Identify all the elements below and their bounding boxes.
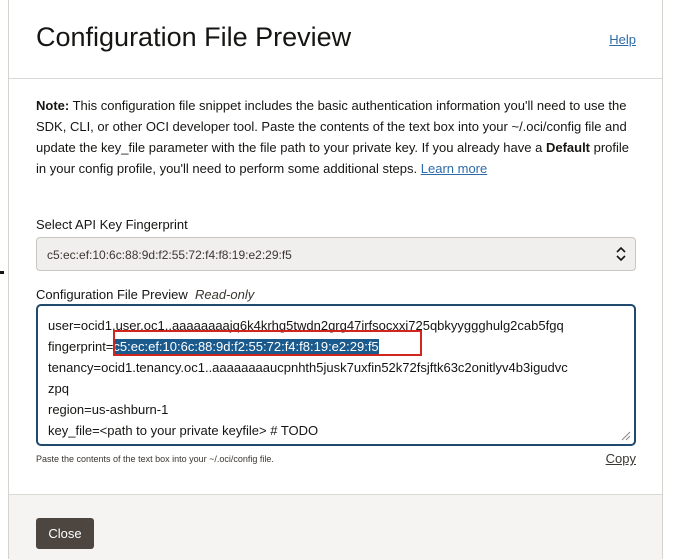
- fingerprint-select[interactable]: c5:ec:ef:10:6c:88:9d:f2:55:72:f4:f8:19:e…: [36, 237, 636, 271]
- config-line-region: region=us-ashburn-1: [48, 402, 169, 417]
- note-bold-default: Default: [545, 140, 591, 155]
- note-bold-prefix: Note:: [36, 98, 70, 113]
- note-text-1: This configuration file snippet includes…: [36, 98, 627, 155]
- preview-label: Configuration File Preview Read-only: [36, 287, 254, 302]
- config-preview-textarea[interactable]: user=ocid1.user.oc1..aaaaaaaajq6k4krhg5t…: [36, 304, 636, 446]
- close-button[interactable]: Close: [36, 518, 94, 549]
- fingerprint-select-label: Select API Key Fingerprint: [36, 217, 188, 232]
- fingerprint-key: fingerprint=: [48, 339, 114, 354]
- config-line-tenancy-wrap: zpq: [48, 381, 69, 396]
- dialog-footer: Close: [9, 494, 662, 560]
- dialog-title: Configuration File Preview: [36, 22, 352, 52]
- select-chevron-icon: [616, 246, 626, 262]
- edge-marker: [0, 271, 4, 274]
- readonly-tag: Read-only: [194, 287, 255, 302]
- paste-hint: Paste the contents of the text box into …: [36, 454, 274, 464]
- config-line-top: [48, 306, 622, 315]
- fingerprint-select-value: c5:ec:ef:10:6c:88:9d:f2:55:72:f4:f8:19:e…: [47, 248, 292, 262]
- learn-more-link[interactable]: Learn more: [421, 161, 487, 176]
- resize-handle-icon[interactable]: [621, 431, 631, 441]
- config-line-tenancy: tenancy=ocid1.tenancy.oc1..aaaaaaaaucpnh…: [48, 360, 568, 375]
- config-lines: user=ocid1.user.oc1..aaaaaaaajq6k4krhg5t…: [48, 306, 622, 441]
- annotation-highlight-box: [113, 330, 422, 356]
- help-link[interactable]: Help: [609, 32, 636, 47]
- config-line-keyfile: key_file=<path to your private keyfile> …: [48, 423, 319, 438]
- dialog-header: Configuration File Preview Help: [9, 0, 662, 79]
- config-preview-dialog: Configuration File Preview Help Note: Th…: [8, 0, 663, 560]
- preview-label-text: Configuration File Preview: [36, 287, 188, 302]
- copy-link[interactable]: Copy: [606, 451, 636, 466]
- note-paragraph: Note: This configuration file snippet in…: [36, 95, 636, 179]
